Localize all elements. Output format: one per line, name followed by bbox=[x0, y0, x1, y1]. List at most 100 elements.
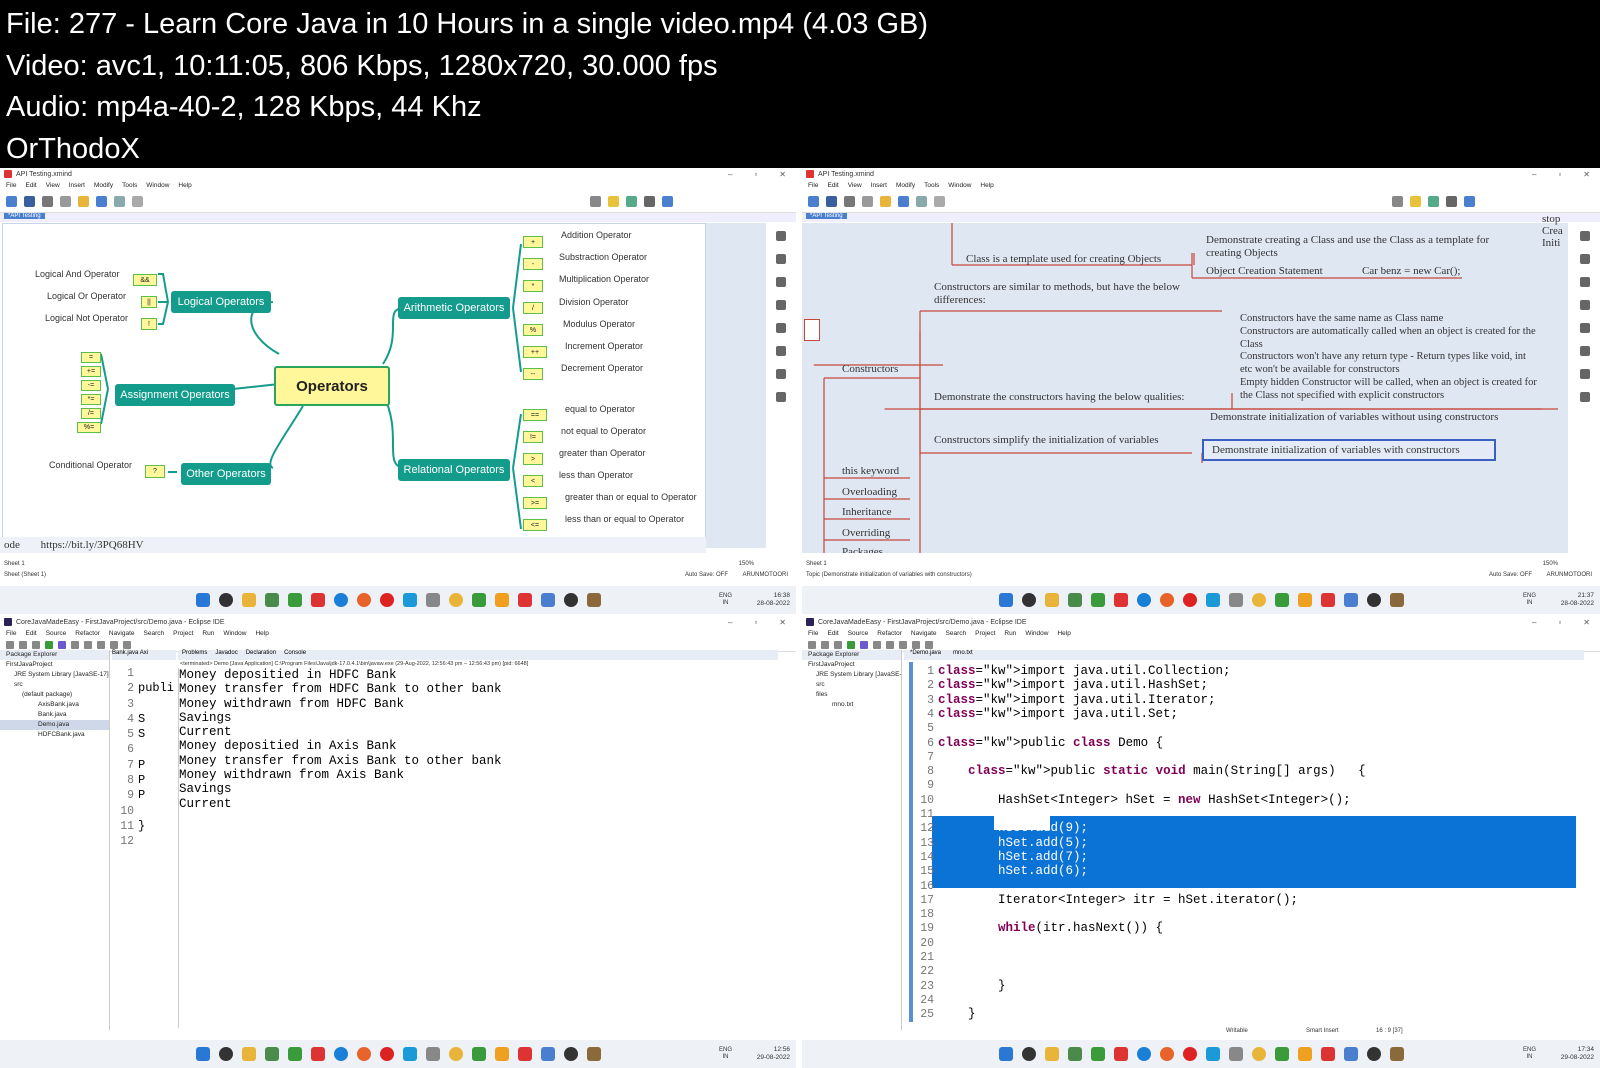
menu-navigate[interactable]: Navigate bbox=[911, 630, 937, 637]
chrome-icon[interactable] bbox=[448, 1047, 463, 1061]
image-icon[interactable] bbox=[776, 277, 786, 287]
tree-file-demo-selected[interactable]: Demo.java bbox=[0, 720, 109, 730]
restore-icon[interactable]: ▫ bbox=[754, 618, 757, 627]
app-blue2-icon[interactable] bbox=[1343, 1047, 1358, 1061]
menu-edit[interactable]: Edit bbox=[25, 182, 36, 189]
node-init-without[interactable]: Demonstrate initialization of variables … bbox=[1210, 411, 1500, 424]
start-icon[interactable] bbox=[195, 1047, 210, 1061]
task-icon[interactable] bbox=[1580, 392, 1590, 402]
new-icon[interactable] bbox=[808, 196, 819, 207]
task-icon[interactable] bbox=[776, 392, 786, 402]
search-icon[interactable] bbox=[899, 640, 907, 649]
open-type-icon[interactable] bbox=[886, 640, 894, 649]
app-blue-icon[interactable] bbox=[1205, 1047, 1220, 1061]
app-green2-icon[interactable] bbox=[1274, 593, 1289, 607]
explorer-icon[interactable] bbox=[1044, 1047, 1059, 1061]
subtopic-icon[interactable] bbox=[898, 196, 909, 207]
opera-icon[interactable] bbox=[379, 1047, 394, 1061]
notes-icon[interactable] bbox=[776, 346, 786, 356]
menu-help[interactable]: Help bbox=[1057, 630, 1070, 637]
format-icon[interactable] bbox=[1580, 231, 1590, 241]
code-editor[interactable]: 1 class="kw">import java.util.Collection;… bbox=[914, 664, 1584, 1024]
clock[interactable]: 21:37 28-08-2022 bbox=[1561, 592, 1594, 608]
close-icon[interactable]: ✕ bbox=[779, 170, 786, 179]
node-demo-class[interactable]: Demonstrate creating a Class and use the… bbox=[1206, 234, 1506, 260]
opera-icon[interactable] bbox=[379, 593, 394, 607]
menu-file[interactable]: File bbox=[808, 630, 818, 637]
tab-problems[interactable]: Problems bbox=[182, 650, 207, 660]
node-overriding[interactable]: Overriding bbox=[842, 527, 890, 540]
relationship-icon[interactable] bbox=[916, 196, 927, 207]
xmind-task-icon[interactable] bbox=[517, 1047, 532, 1061]
sheet-tab[interactable]: Sheet 1 bbox=[806, 561, 827, 567]
forward-icon[interactable] bbox=[925, 640, 933, 649]
menu-view[interactable]: View bbox=[46, 182, 60, 189]
flag-icon[interactable] bbox=[776, 300, 786, 310]
tree-src[interactable]: src bbox=[0, 680, 109, 690]
menu-search[interactable]: Search bbox=[946, 630, 967, 637]
tree-jre[interactable]: JRE System Library [JavaSE-17] bbox=[802, 670, 901, 680]
boundary-icon[interactable] bbox=[934, 196, 945, 207]
app-green2-icon[interactable] bbox=[471, 593, 486, 607]
flag-icon[interactable] bbox=[1580, 300, 1590, 310]
node-constructors[interactable]: Constructors bbox=[842, 363, 898, 376]
share-icon[interactable] bbox=[626, 196, 637, 207]
menu-insert[interactable]: Insert bbox=[871, 182, 887, 189]
editor-tab-mno[interactable]: mno.txt bbox=[953, 650, 973, 660]
menu-source[interactable]: Source bbox=[848, 630, 869, 637]
restore-icon[interactable]: ▫ bbox=[1558, 170, 1561, 179]
external-tools-icon[interactable] bbox=[71, 640, 79, 649]
app-orange-icon[interactable] bbox=[1297, 593, 1312, 607]
collapsed-node-marker[interactable] bbox=[804, 319, 820, 341]
edge-icon[interactable] bbox=[333, 593, 348, 607]
topic-icon[interactable] bbox=[78, 196, 89, 207]
mindmap-canvas-operators[interactable]: Operators Logical Operators Assignment O… bbox=[2, 223, 706, 548]
close-icon[interactable]: ✕ bbox=[779, 618, 786, 627]
editor-tab-bank[interactable]: Bank.java bbox=[112, 650, 138, 656]
app-green2-icon[interactable] bbox=[1274, 1047, 1289, 1061]
clock[interactable]: 12:56 29-08-2022 bbox=[757, 1046, 790, 1062]
search-icon[interactable] bbox=[97, 640, 105, 649]
package-explorer-header[interactable]: Package Explorer bbox=[802, 650, 901, 660]
marker-panel-icon[interactable] bbox=[1580, 254, 1590, 264]
firefox-icon[interactable] bbox=[356, 1047, 371, 1061]
language-indicator[interactable]: ENG IN bbox=[1523, 1047, 1536, 1061]
node-assignment-operators[interactable]: Assignment Operators bbox=[115, 384, 235, 406]
firefox-icon[interactable] bbox=[356, 593, 371, 607]
boundary-icon[interactable] bbox=[132, 196, 143, 207]
tab-api-testing[interactable]: *API Testing bbox=[806, 213, 847, 219]
debug-icon[interactable] bbox=[58, 640, 66, 649]
app-blue2-icon[interactable] bbox=[1343, 593, 1358, 607]
app-orange-icon[interactable] bbox=[1297, 1047, 1312, 1061]
node-arithmetic-operators[interactable]: Arithmetic Operators bbox=[398, 297, 510, 319]
menu-file[interactable]: File bbox=[808, 182, 818, 189]
console-output[interactable]: Money depositied in HDFC Bank Money trans… bbox=[179, 668, 502, 811]
share-icon[interactable] bbox=[1428, 196, 1439, 207]
tab-javadoc[interactable]: Javadoc bbox=[215, 650, 237, 660]
app-grey-icon[interactable] bbox=[1228, 1047, 1243, 1061]
save-icon[interactable] bbox=[24, 196, 35, 207]
menu-edit[interactable]: Edit bbox=[827, 182, 838, 189]
tree-file-hdfcbank[interactable]: HDFCBank.java bbox=[0, 730, 109, 740]
start-icon[interactable] bbox=[195, 593, 210, 607]
idea-icon[interactable] bbox=[608, 196, 619, 207]
clock[interactable]: 16:38 28-08-2022 bbox=[757, 592, 790, 608]
menu-view[interactable]: View bbox=[848, 182, 862, 189]
subtopic-icon[interactable] bbox=[96, 196, 107, 207]
chrome-icon[interactable] bbox=[448, 593, 463, 607]
back-icon[interactable] bbox=[912, 640, 920, 649]
comment-icon[interactable] bbox=[1580, 369, 1590, 379]
opera-icon[interactable] bbox=[1182, 593, 1197, 607]
menu-insert[interactable]: Insert bbox=[69, 182, 85, 189]
menu-window[interactable]: Window bbox=[146, 182, 169, 189]
export-icon[interactable] bbox=[1464, 196, 1475, 207]
node-demo-qualities[interactable]: Demonstrate the constructors having the … bbox=[934, 391, 1185, 404]
node-init-with-selected[interactable]: Demonstrate initialization of variables … bbox=[1202, 439, 1496, 461]
restore-icon[interactable]: ▫ bbox=[1558, 618, 1561, 627]
search-icon[interactable] bbox=[1021, 1047, 1036, 1061]
node-inheritance[interactable]: Inheritance bbox=[842, 506, 891, 519]
print-icon[interactable] bbox=[32, 640, 40, 649]
menu-refactor[interactable]: Refactor bbox=[877, 630, 902, 637]
tree-file-axisbank[interactable]: AxisBank.java bbox=[0, 700, 109, 710]
menu-edit[interactable]: Edit bbox=[25, 630, 36, 637]
